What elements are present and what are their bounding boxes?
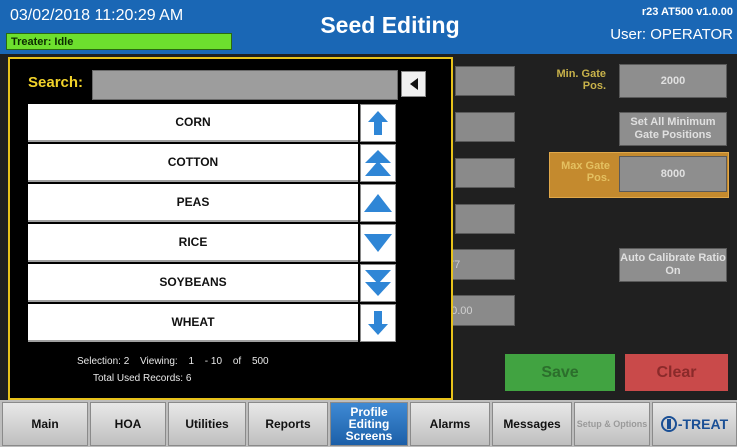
- logo-text: -TREAT: [677, 416, 729, 432]
- total-count: 500: [251, 356, 269, 367]
- viewing-from: 1: [188, 356, 195, 367]
- nav-utilities[interactable]: Utilities: [168, 402, 246, 446]
- background-field[interactable]: [455, 112, 515, 142]
- user-label: User: OPERATOR: [610, 26, 733, 43]
- line-down-button[interactable]: [360, 224, 396, 262]
- nav-main[interactable]: Main: [2, 402, 88, 446]
- list-item[interactable]: RICE: [28, 224, 358, 262]
- nav-reports[interactable]: Reports: [248, 402, 328, 446]
- min-gate-pos-field[interactable]: 2000: [619, 64, 727, 98]
- list-item[interactable]: CORN: [28, 104, 358, 142]
- viewing-label: Viewing:: [140, 356, 178, 367]
- selection-text: Selection: 2: [77, 356, 130, 367]
- nav-hoa[interactable]: HOA: [90, 402, 166, 446]
- version-label: r23 AT500 v1.0.00: [641, 6, 733, 18]
- scroll-top-button[interactable]: [360, 104, 396, 142]
- search-input[interactable]: [92, 70, 398, 100]
- double-chevron-down-icon: [365, 270, 391, 296]
- clear-button[interactable]: Clear: [625, 354, 728, 391]
- arrow-up-icon: [368, 111, 388, 135]
- brand-logo: -TREAT: [652, 402, 737, 446]
- page-up-button[interactable]: [360, 144, 396, 182]
- treater-status: Treater: Idle: [6, 33, 232, 50]
- seed-list: CORN COTTON PEAS RICE SOYBEANS WHEAT: [28, 104, 358, 346]
- line-up-button[interactable]: [360, 184, 396, 222]
- double-chevron-up-icon: [365, 150, 391, 176]
- seed-search-popup: Search: CORN COTTON PEAS RICE SOYBEANS W…: [8, 57, 453, 400]
- backspace-button[interactable]: [401, 71, 426, 97]
- max-gate-pos-label: Max Gate Pos.: [561, 160, 610, 184]
- background-field[interactable]: [455, 66, 515, 96]
- list-item[interactable]: PEAS: [28, 184, 358, 222]
- nav-profile-editing[interactable]: Profile Editing Screens: [330, 402, 408, 446]
- of-label: of: [232, 356, 242, 367]
- search-label: Search:: [28, 74, 84, 91]
- list-item[interactable]: COTTON: [28, 144, 358, 182]
- caret-left-icon: [409, 78, 418, 90]
- list-item[interactable]: SOYBEANS: [28, 264, 358, 302]
- page-title: Seed Editing: [320, 12, 460, 38]
- nav-alarms[interactable]: Alarms: [410, 402, 490, 446]
- bottom-nav: Main HOA Utilities Reports Profile Editi…: [0, 400, 737, 447]
- list-item[interactable]: WHEAT: [28, 304, 358, 342]
- logo-icon: [660, 416, 677, 432]
- set-all-min-gate-button[interactable]: Set All Minimum Gate Positions: [619, 112, 727, 146]
- min-gate-pos-label: Min. Gate Pos.: [556, 68, 606, 92]
- scroll-bottom-button[interactable]: [360, 304, 396, 342]
- auto-calibrate-button[interactable]: Auto Calibrate Ratio On: [619, 248, 727, 282]
- total-used-records: Total Used Records: 6: [93, 373, 192, 384]
- max-gate-pos-field[interactable]: 8000: [619, 156, 727, 192]
- arrow-down-icon: [368, 311, 388, 335]
- triangle-down-icon: [364, 234, 392, 252]
- triangle-up-icon: [364, 194, 392, 212]
- nav-messages[interactable]: Messages: [492, 402, 572, 446]
- save-button[interactable]: Save: [505, 354, 615, 391]
- datetime: 03/02/2018 11:20:29 AM: [10, 7, 184, 24]
- background-field[interactable]: [455, 158, 515, 188]
- viewing-to: - 10: [204, 356, 223, 367]
- background-field[interactable]: [455, 204, 515, 234]
- scroll-controls: [360, 104, 396, 346]
- nav-setup-options[interactable]: Setup & Options: [574, 402, 650, 446]
- page-down-button[interactable]: [360, 264, 396, 302]
- title-bar: 03/02/2018 11:20:29 AM Treater: Idle See…: [0, 0, 737, 54]
- selection-info: Selection: 2 Viewing: 1 - 10 of 500: [30, 356, 430, 367]
